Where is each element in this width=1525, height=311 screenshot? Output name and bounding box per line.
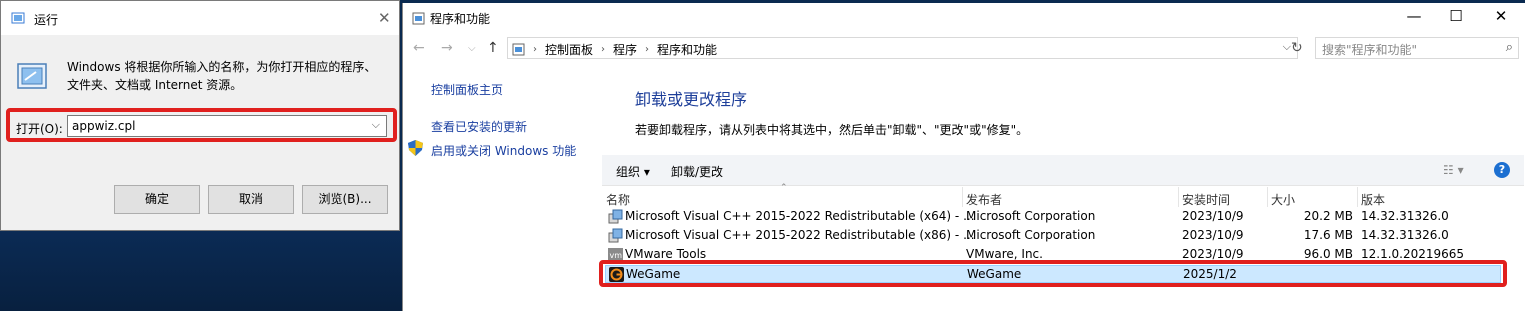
cp-title-bar: 程序和功能 — ☐ ✕ — [403, 3, 1525, 33]
uninstall-change-button[interactable]: 卸载/更改 — [671, 163, 723, 180]
refresh-icon[interactable]: ↻ — [1291, 40, 1303, 56]
program-installed: 2023/10/9 — [1182, 228, 1244, 242]
breadcrumb-control-panel[interactable]: 控制面板 — [545, 41, 593, 58]
program-publisher: Microsoft Corporation — [966, 228, 1096, 242]
control-panel-icon — [412, 12, 425, 25]
column-divider[interactable] — [962, 187, 963, 207]
cancel-button[interactable]: 取消 — [208, 185, 294, 214]
breadcrumb-separator-icon: › — [601, 44, 606, 55]
program-publisher: Microsoft Corporation — [966, 209, 1096, 223]
shield-icon — [408, 140, 423, 156]
installer-icon — [608, 228, 623, 243]
run-title-bar: 运行 ✕ — [1, 1, 399, 35]
help-icon[interactable]: ? — [1494, 162, 1510, 178]
control-panel-small-icon — [512, 43, 525, 56]
column-header-version[interactable]: 版本 — [1361, 191, 1385, 208]
installer-icon — [608, 209, 623, 224]
breadcrumb: › 控制面板 › 程序 › 程序和功能 — [512, 41, 717, 58]
sidebar-link-updates[interactable]: 查看已安装的更新 — [431, 118, 527, 135]
table-row[interactable]: Microsoft Visual C++ 2015-2022 Redistrib… — [605, 208, 1501, 226]
column-divider[interactable] — [1357, 187, 1358, 207]
program-name: Microsoft Visual C++ 2015-2022 Redistrib… — [625, 209, 975, 223]
sidebar-link-windows-features[interactable]: 启用或关闭 Windows 功能 — [431, 142, 576, 159]
run-title: 运行 — [34, 13, 59, 27]
page-subtitle: 若要卸载程序，请从列表中将其选中，然后单击"卸载"、"更改"或"修复"。 — [635, 123, 1029, 137]
table-row[interactable]: Microsoft Visual C++ 2015-2022 Redistrib… — [605, 227, 1501, 245]
program-publisher: VMware, Inc. — [966, 247, 1043, 261]
svg-text:vm: vm — [610, 251, 623, 260]
search-placeholder: 搜索"程序和功能" — [1322, 43, 1418, 57]
column-divider[interactable] — [1178, 187, 1179, 207]
program-version: 14.32.31326.0 — [1361, 228, 1449, 242]
program-name: Microsoft Visual C++ 2015-2022 Redistrib… — [625, 228, 975, 242]
column-header-name[interactable]: 名称 — [606, 191, 630, 208]
back-arrow-icon[interactable]: ← — [413, 40, 425, 56]
address-dropdown-icon[interactable]: ⌵ — [1283, 40, 1291, 54]
close-window-icon[interactable]: ✕ — [1491, 7, 1511, 25]
breadcrumb-programs[interactable]: 程序 — [613, 41, 637, 58]
program-size: 20.2 MB — [1303, 209, 1353, 223]
cp-window-title: 程序和功能 — [430, 12, 491, 26]
program-size: 96.0 MB — [1303, 247, 1353, 261]
program-installed: 2023/10/9 — [1182, 209, 1244, 223]
view-options-icon[interactable]: ☷ ▾ — [1443, 163, 1464, 177]
column-header-publisher[interactable]: 发布者 — [966, 191, 1002, 208]
program-size: 17.6 MB — [1303, 228, 1353, 242]
organize-button[interactable]: 组织 ▾ — [616, 163, 650, 180]
maximize-icon[interactable]: ☐ — [1446, 7, 1466, 25]
program-version: 14.32.31326.0 — [1361, 209, 1449, 223]
minimize-icon[interactable]: — — [1404, 7, 1424, 25]
breadcrumb-programs-features[interactable]: 程序和功能 — [657, 41, 717, 58]
highlight-box-wegame-row — [599, 260, 1507, 287]
page-title: 卸载或更改程序 — [635, 90, 748, 109]
toolbar: 组织 ▾ 卸载/更改 ☷ ▾ ? — [602, 155, 1524, 186]
organize-label: 组织 — [616, 165, 641, 179]
breadcrumb-separator-icon: › — [645, 44, 650, 55]
sidebar-link-home[interactable]: 控制面板主页 — [431, 81, 503, 98]
search-input[interactable]: 搜索"程序和功能" ⌕ — [1315, 37, 1519, 59]
highlight-box-run-input — [6, 108, 397, 142]
sort-ascending-icon: ⌃ — [780, 183, 788, 193]
desktop-background — [0, 230, 402, 311]
breadcrumb-separator-icon: › — [533, 44, 537, 55]
program-version: 12.1.0.20219665 — [1361, 247, 1465, 261]
column-header-installed[interactable]: 安装时间 — [1182, 191, 1230, 208]
column-header-size[interactable]: 大小 — [1271, 191, 1295, 208]
run-description: Windows 将根据你所输入的名称，为你打开相应的程序、文件夹、文档或 Int… — [67, 60, 377, 92]
program-installed: 2023/10/9 — [1182, 247, 1244, 261]
close-icon[interactable]: ✕ — [378, 9, 391, 27]
up-arrow-icon[interactable]: ↑ — [487, 40, 499, 56]
column-divider[interactable] — [1267, 187, 1268, 207]
address-bar[interactable]: › 控制面板 › 程序 › 程序和功能 ⌵ — [507, 37, 1298, 59]
browse-button[interactable]: 浏览(B)... — [302, 185, 388, 214]
ok-button[interactable]: 确定 — [114, 185, 200, 214]
program-name: VMware Tools — [625, 247, 707, 261]
recent-dropdown-icon[interactable]: ⌵ — [468, 43, 476, 54]
forward-arrow-icon[interactable]: → — [441, 40, 453, 56]
search-icon[interactable]: ⌕ — [1506, 40, 1513, 55]
run-app-icon — [17, 63, 47, 89]
run-icon — [11, 12, 25, 24]
